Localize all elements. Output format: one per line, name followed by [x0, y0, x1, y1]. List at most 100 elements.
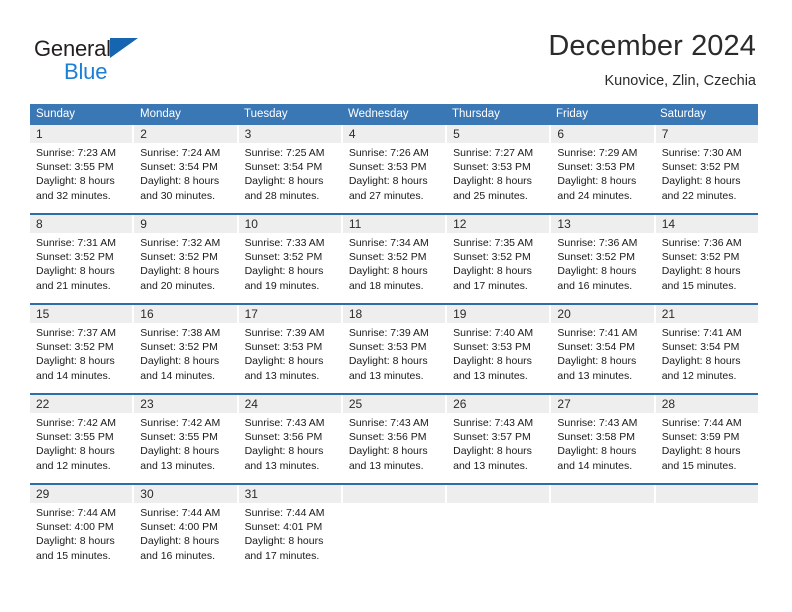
day-cell[interactable]: Sunrise: 7:41 AM Sunset: 3:54 PM Daylight:…	[551, 323, 654, 393]
day-cell[interactable]: Sunrise: 7:34 AM Sunset: 3:52 PM Daylight:…	[342, 233, 446, 303]
sunrise-text: Sunrise: 7:41 AM	[661, 327, 742, 339]
day-number[interactable]: 28	[655, 395, 758, 413]
calendar-week-row: 15 16 17 18 19 20 21 Sunrise: 7:37 AM Sunset: 3:…	[30, 305, 758, 393]
day-number[interactable]: 3	[238, 125, 341, 143]
day-cell[interactable]: Sunrise: 7:40 AM Sunset: 3:53 PM Daylight:…	[447, 323, 550, 393]
day-number[interactable]: 29	[30, 485, 133, 503]
day-number[interactable]: 27	[551, 395, 654, 413]
weekday-header-friday: Friday	[556, 108, 588, 120]
sunrise-text: Sunrise: 7:39 AM	[244, 327, 325, 339]
day-number[interactable]: 13	[551, 215, 654, 233]
day-cell[interactable]: Sunrise: 7:27 AM Sunset: 3:53 PM Daylight:…	[447, 143, 550, 213]
day-number[interactable]: 1	[30, 125, 133, 143]
day-cell[interactable]: Sunrise: 7:43 AM Sunset: 3:57 PM Daylight:…	[447, 413, 550, 483]
day-number[interactable]: 31	[238, 485, 341, 503]
day-number[interactable]: 14	[655, 215, 758, 233]
day-number[interactable]: 9	[134, 215, 237, 233]
day-detail-row: Sunrise: 7:31 AM Sunset: 3:52 PM Daylight:…	[30, 233, 758, 303]
day-cell[interactable]: Sunrise: 7:41 AM Sunset: 3:54 PM Daylight:…	[655, 323, 758, 393]
daylight-text-cont: and 13 minutes.	[348, 459, 424, 472]
sunset-text: Sunset: 3:52 PM	[557, 251, 636, 264]
daylight-text-cont: and 17 minutes.	[244, 549, 320, 562]
day-cell[interactable]: Sunrise: 7:32 AM Sunset: 3:52 PM Daylight:…	[134, 233, 237, 303]
sunset-text: Sunset: 3:56 PM	[244, 431, 323, 444]
sunset-text: Sunset: 3:57 PM	[453, 431, 531, 444]
day-number[interactable]: 5	[447, 125, 550, 143]
day-cell-empty	[655, 503, 758, 573]
sunrise-text: Sunrise: 7:42 AM	[36, 417, 116, 429]
day-number[interactable]: 2	[134, 125, 237, 143]
day-cell-empty	[551, 503, 654, 573]
day-cell[interactable]: Sunrise: 7:26 AM Sunset: 3:53 PM Daylight:…	[342, 143, 446, 213]
sunrise-text: Sunrise: 7:24 AM	[140, 147, 221, 159]
day-cell[interactable]: Sunrise: 7:38 AM Sunset: 3:52 PM Daylight:…	[134, 323, 237, 393]
day-number[interactable]: 7	[655, 125, 758, 143]
day-cell[interactable]: Sunrise: 7:37 AM Sunset: 3:52 PM Daylight:…	[30, 323, 133, 393]
logo-row-top: General	[34, 36, 214, 62]
daylight-text: Daylight: 8 hours	[140, 265, 220, 278]
daylight-text: Daylight: 8 hours	[244, 355, 324, 368]
day-cell[interactable]: Sunrise: 7:29 AM Sunset: 3:53 PM Daylight:…	[551, 143, 654, 213]
daylight-text-cont: and 13 minutes.	[348, 369, 424, 382]
day-cell[interactable]: Sunrise: 7:44 AM Sunset: 4:00 PM Daylight:…	[134, 503, 237, 573]
sunrise-text: Sunrise: 7:44 AM	[244, 507, 325, 519]
day-number[interactable]: 20	[551, 305, 654, 323]
sunset-text: Sunset: 3:52 PM	[244, 251, 323, 264]
day-number[interactable]: 24	[238, 395, 341, 413]
day-cell[interactable]: Sunrise: 7:23 AM Sunset: 3:55 PM Daylight:…	[30, 143, 133, 213]
day-number[interactable]: 11	[342, 215, 446, 233]
day-cell[interactable]: Sunrise: 7:35 AM Sunset: 3:52 PM Daylight:…	[447, 233, 550, 303]
day-number[interactable]: 17	[238, 305, 341, 323]
daylight-text: Daylight: 8 hours	[140, 445, 220, 458]
day-number[interactable]: 12	[447, 215, 550, 233]
calendar-week-row: 29 30 31 Sunrise: 7:44 AM Sunset: 4:00 PM Day…	[30, 485, 758, 573]
day-cell[interactable]: Sunrise: 7:44 AM Sunset: 4:00 PM Daylight:…	[30, 503, 133, 573]
day-number[interactable]: 18	[342, 305, 446, 323]
day-number[interactable]: 25	[342, 395, 446, 413]
day-cell[interactable]: Sunrise: 7:43 AM Sunset: 3:56 PM Daylight:…	[238, 413, 341, 483]
day-number[interactable]: 15	[30, 305, 133, 323]
weekday-header-wednesday: Wednesday	[348, 108, 409, 120]
day-cell[interactable]: Sunrise: 7:36 AM Sunset: 3:52 PM Daylight:…	[551, 233, 654, 303]
day-number-empty	[447, 485, 550, 503]
day-cell[interactable]: Sunrise: 7:31 AM Sunset: 3:52 PM Daylight:…	[30, 233, 133, 303]
day-cell[interactable]: Sunrise: 7:33 AM Sunset: 3:52 PM Daylight:…	[238, 233, 341, 303]
day-number[interactable]: 19	[447, 305, 550, 323]
sunset-text: Sunset: 3:52 PM	[140, 341, 218, 354]
day-number[interactable]: 4	[342, 125, 446, 143]
daylight-text: Daylight: 8 hours	[557, 175, 637, 188]
day-cell[interactable]: Sunrise: 7:24 AM Sunset: 3:54 PM Daylight:…	[134, 143, 237, 213]
day-cell[interactable]: Sunrise: 7:42 AM Sunset: 3:55 PM Daylight:…	[30, 413, 133, 483]
day-cell[interactable]: Sunrise: 7:36 AM Sunset: 3:52 PM Daylight:…	[655, 233, 758, 303]
day-cell[interactable]: Sunrise: 7:44 AM Sunset: 4:01 PM Daylight:…	[238, 503, 341, 573]
day-number[interactable]: 26	[447, 395, 550, 413]
day-cell[interactable]: Sunrise: 7:39 AM Sunset: 3:53 PM Daylight:…	[342, 323, 446, 393]
day-cell[interactable]: Sunrise: 7:30 AM Sunset: 3:52 PM Daylight:…	[655, 143, 758, 213]
day-number[interactable]: 21	[655, 305, 758, 323]
sunset-text: Sunset: 4:01 PM	[244, 521, 323, 534]
day-cell[interactable]: Sunrise: 7:25 AM Sunset: 3:54 PM Daylight:…	[238, 143, 341, 213]
triangle-icon	[109, 38, 138, 58]
day-cell[interactable]: Sunrise: 7:42 AM Sunset: 3:55 PM Daylight:…	[134, 413, 237, 483]
day-cell[interactable]: Sunrise: 7:43 AM Sunset: 3:56 PM Daylight:…	[342, 413, 446, 483]
daylight-text-cont: and 16 minutes.	[140, 549, 215, 562]
day-number[interactable]: 10	[238, 215, 341, 233]
sunrise-text: Sunrise: 7:36 AM	[661, 237, 742, 249]
day-number-row: 1234567	[30, 125, 758, 143]
day-cell[interactable]: Sunrise: 7:43 AM Sunset: 3:58 PM Daylight:…	[551, 413, 654, 483]
sunrise-text: Sunrise: 7:31 AM	[36, 237, 116, 249]
sunset-text: Sunset: 3:52 PM	[36, 251, 114, 264]
day-number[interactable]: 6	[551, 125, 654, 143]
day-number[interactable]: 16	[134, 305, 237, 323]
day-cell[interactable]: Sunrise: 7:44 AM Sunset: 3:59 PM Daylight:…	[655, 413, 758, 483]
day-number[interactable]: 8	[30, 215, 133, 233]
daylight-text: Daylight: 8 hours	[36, 445, 115, 458]
day-cell[interactable]: Sunrise: 7:39 AM Sunset: 3:53 PM Daylight:…	[238, 323, 341, 393]
daylight-text: Daylight: 8 hours	[348, 355, 428, 368]
day-number[interactable]: 22	[30, 395, 133, 413]
sunrise-text: Sunrise: 7:43 AM	[557, 417, 638, 429]
daylight-text: Daylight: 8 hours	[661, 175, 741, 188]
day-number[interactable]: 23	[134, 395, 237, 413]
day-number[interactable]: 30	[134, 485, 237, 503]
daylight-text: Daylight: 8 hours	[36, 355, 115, 368]
